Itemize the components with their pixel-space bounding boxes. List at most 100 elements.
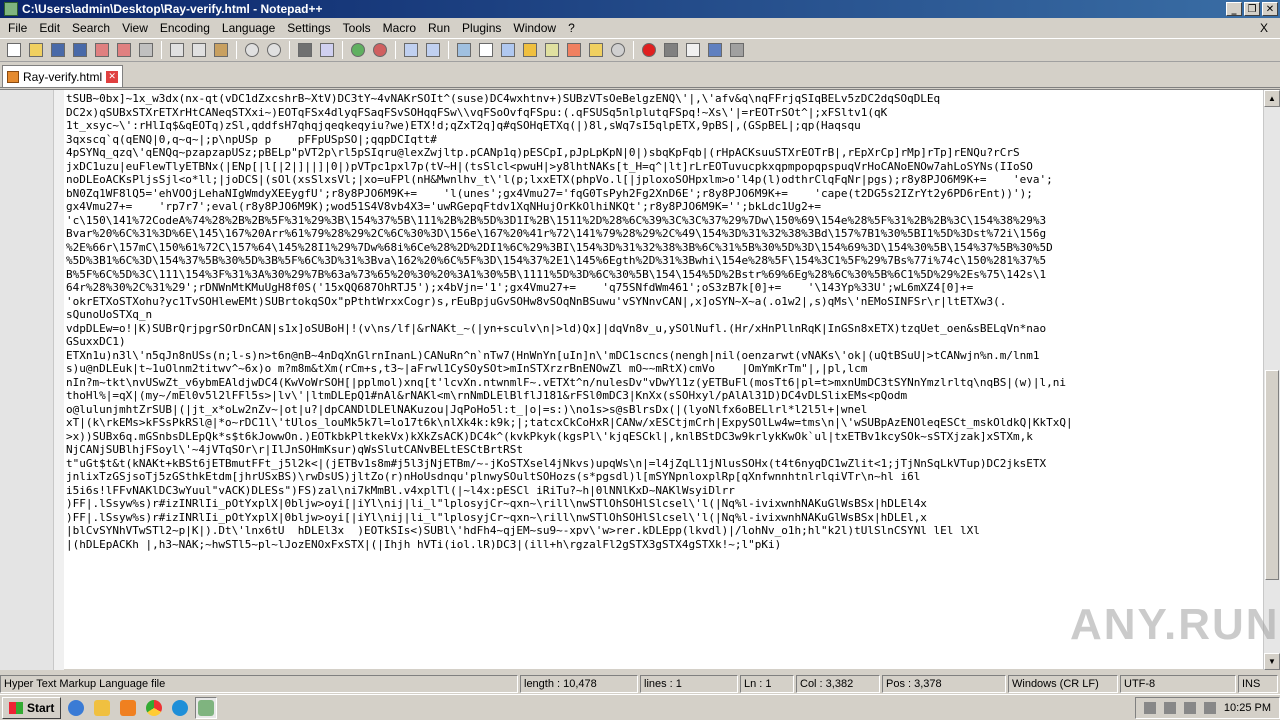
document-tabs: Ray-verify.html ✕ — [0, 62, 1280, 88]
menu-run[interactable]: Run — [422, 21, 456, 35]
code-line: 1t_xsyc~\':rHlIq$&qEOTq)zSl,qddfsH7qhqjq… — [66, 119, 861, 132]
code-line: 'okrETXoSTXohu?yc1TvSOHlewEMt)SUBrtokqSO… — [66, 294, 1007, 308]
code-text-area[interactable]: tSUB~0bx]~1x_w3dx(nx-qt(vDC1dZxcshrB~XtV… — [66, 92, 1260, 668]
edge-icon[interactable] — [169, 697, 191, 719]
flag-tray-icon[interactable] — [1203, 701, 1216, 714]
undo-icon[interactable] — [242, 40, 262, 60]
restore-button[interactable]: ❐ — [1244, 2, 1260, 16]
code-line: ETXn1u)n3l\'n5qJn8nUSs(n;l-s)n>t6n@nB~4n… — [66, 348, 1040, 362]
close-all-icon[interactable] — [114, 40, 134, 60]
word-wrap-icon[interactable] — [454, 40, 474, 60]
menu-macro[interactable]: Macro — [377, 21, 422, 35]
editor-pane[interactable]: tSUB~0bx]~1x_w3dx(nx-qt(vDC1dZxcshrB~XtV… — [0, 89, 1280, 670]
menu-tools[interactable]: Tools — [337, 21, 377, 35]
code-line: nIn?m~tkt\nvUSwZt_v6ybmEAldjwDC4(KwVoWrS… — [66, 375, 1067, 389]
play-macro-icon[interactable] — [683, 40, 703, 60]
media-player-icon[interactable] — [117, 697, 139, 719]
menu-file[interactable]: File — [2, 21, 33, 35]
show-all-chars-icon[interactable] — [476, 40, 496, 60]
paste-icon[interactable] — [211, 40, 231, 60]
code-line: >x))SUBx6q.mGSnbsDLEpQk*s$t6kJowwOn.)EOT… — [66, 429, 1033, 443]
doc-map-icon[interactable] — [542, 40, 562, 60]
sync-h-icon[interactable] — [423, 40, 443, 60]
redo-icon[interactable] — [264, 40, 284, 60]
save-all-icon[interactable] — [70, 40, 90, 60]
find-icon[interactable] — [295, 40, 315, 60]
user-lang-icon[interactable] — [520, 40, 540, 60]
explorer-icon[interactable] — [91, 697, 113, 719]
notepadpp-taskbar-icon[interactable] — [195, 696, 218, 719]
start-button[interactable]: Start — [2, 696, 62, 719]
vertical-scrollbar[interactable]: ▲ ▼ — [1263, 90, 1280, 670]
toolbar-separator — [289, 41, 290, 59]
ie-icon[interactable] — [65, 697, 87, 719]
record-macro-icon[interactable] — [639, 40, 659, 60]
new-file-icon[interactable] — [4, 40, 24, 60]
chrome-icon[interactable] — [143, 697, 165, 719]
menu-settings[interactable]: Settings — [281, 21, 336, 35]
code-line: B%5F%6C%5D%3C\111\154%3F%31%3A%30%29%7B%… — [66, 267, 1047, 281]
menu-edit[interactable]: Edit — [33, 21, 66, 35]
scroll-thumb[interactable] — [1265, 370, 1279, 580]
close-document-button[interactable]: X — [1254, 21, 1274, 35]
menu-encoding[interactable]: Encoding — [154, 21, 216, 35]
menu-help[interactable]: ? — [562, 21, 581, 35]
code-line: sQunoUoSTXq_n — [66, 308, 153, 321]
folder-workspace-icon[interactable] — [586, 40, 606, 60]
toolbar-separator — [342, 41, 343, 59]
code-line: jxDC1uzu|euFlewTlyETBNx(|ENp[|l[|2|]||]|… — [66, 159, 1033, 173]
clock[interactable]: 10:25 PM — [1224, 702, 1271, 714]
line-number-gutter — [0, 90, 54, 670]
status-encoding: UTF-8 — [1120, 675, 1236, 693]
save-icon[interactable] — [48, 40, 68, 60]
tab-ray-verify[interactable]: Ray-verify.html ✕ — [2, 65, 124, 87]
folder-tray-icon[interactable] — [1163, 701, 1176, 714]
save-macro-icon[interactable] — [727, 40, 747, 60]
stop-macro-icon[interactable] — [661, 40, 681, 60]
status-length: length : 10,478 — [520, 675, 638, 693]
zoom-in-icon[interactable] — [348, 40, 368, 60]
replace-icon[interactable] — [317, 40, 337, 60]
menu-bar: File Edit Search View Encoding Language … — [0, 18, 1280, 38]
open-file-icon[interactable] — [26, 40, 46, 60]
code-line: %5D%3B1%6C%3D\154%37%5B%30%5D%3B%5F%6C%3… — [66, 254, 1047, 267]
copy-icon[interactable] — [189, 40, 209, 60]
run-macro-multiple-icon[interactable] — [705, 40, 725, 60]
menu-view[interactable]: View — [116, 21, 154, 35]
volume-icon[interactable] — [1183, 701, 1196, 714]
close-icon[interactable] — [92, 40, 112, 60]
scroll-up-arrow-icon[interactable]: ▲ — [1264, 90, 1280, 107]
notepadpp-app-icon — [4, 2, 18, 16]
zoom-out-icon[interactable] — [370, 40, 390, 60]
menu-language[interactable]: Language — [216, 21, 281, 35]
code-line: 4pSYNq_qzq\'qENQq~pzapzapUSz;pBELp"pVT2p… — [66, 146, 1020, 159]
cut-icon[interactable] — [167, 40, 187, 60]
menu-window[interactable]: Window — [507, 21, 562, 35]
code-line: |(hDLEpACKh |,h3~NAK;~hwSTl5~pl~lJozENOx… — [66, 537, 782, 551]
toolbar-separator — [633, 41, 634, 59]
tab-close-icon[interactable]: ✕ — [106, 70, 119, 83]
monitor-icon[interactable] — [608, 40, 628, 60]
window-title: C:\Users\admin\Desktop\Ray-verify.html -… — [22, 2, 323, 16]
close-button[interactable]: ✕ — [1262, 2, 1278, 16]
minimize-button[interactable]: _ — [1226, 2, 1242, 16]
code-line: jnlixTzGSjsoTj5zGSthkEtdm[jhrUSxBS)\rwDs… — [66, 470, 921, 483]
indent-guide-icon[interactable] — [498, 40, 518, 60]
windows-flag-icon — [9, 701, 23, 714]
network-icon[interactable] — [1143, 701, 1156, 714]
code-line: 64r%28%30%2C%31%29';rDNWnMtKMuUgH8f0S('1… — [66, 281, 974, 294]
status-lines: lines : 1 — [640, 675, 738, 693]
sync-v-icon[interactable] — [401, 40, 421, 60]
code-line: thoHl%|=qX|(my~/mEl0v5l2lFFl5s>|lv\'|ltm… — [66, 389, 908, 402]
code-line: %2E%66r\157mC\150%61%72C\157%64\145%28I1… — [66, 240, 1053, 254]
code-line: DC2x)qSUBxSTXrETXrHtCANeqSTXxi~)EOTqFSx4… — [66, 105, 888, 119]
print-icon[interactable] — [136, 40, 156, 60]
title-bar: C:\Users\admin\Desktop\Ray-verify.html -… — [0, 0, 1280, 18]
menu-search[interactable]: Search — [66, 21, 116, 35]
toolbar-separator — [395, 41, 396, 59]
code-line: Bvar%20%6C%31%3D%6E\145\167%20Arr%61%79%… — [66, 227, 1047, 240]
menu-plugins[interactable]: Plugins — [456, 21, 507, 35]
function-list-icon[interactable] — [564, 40, 584, 60]
scroll-down-arrow-icon[interactable]: ▼ — [1264, 653, 1280, 670]
taskbar: Start 10:25 PM — [0, 694, 1280, 720]
